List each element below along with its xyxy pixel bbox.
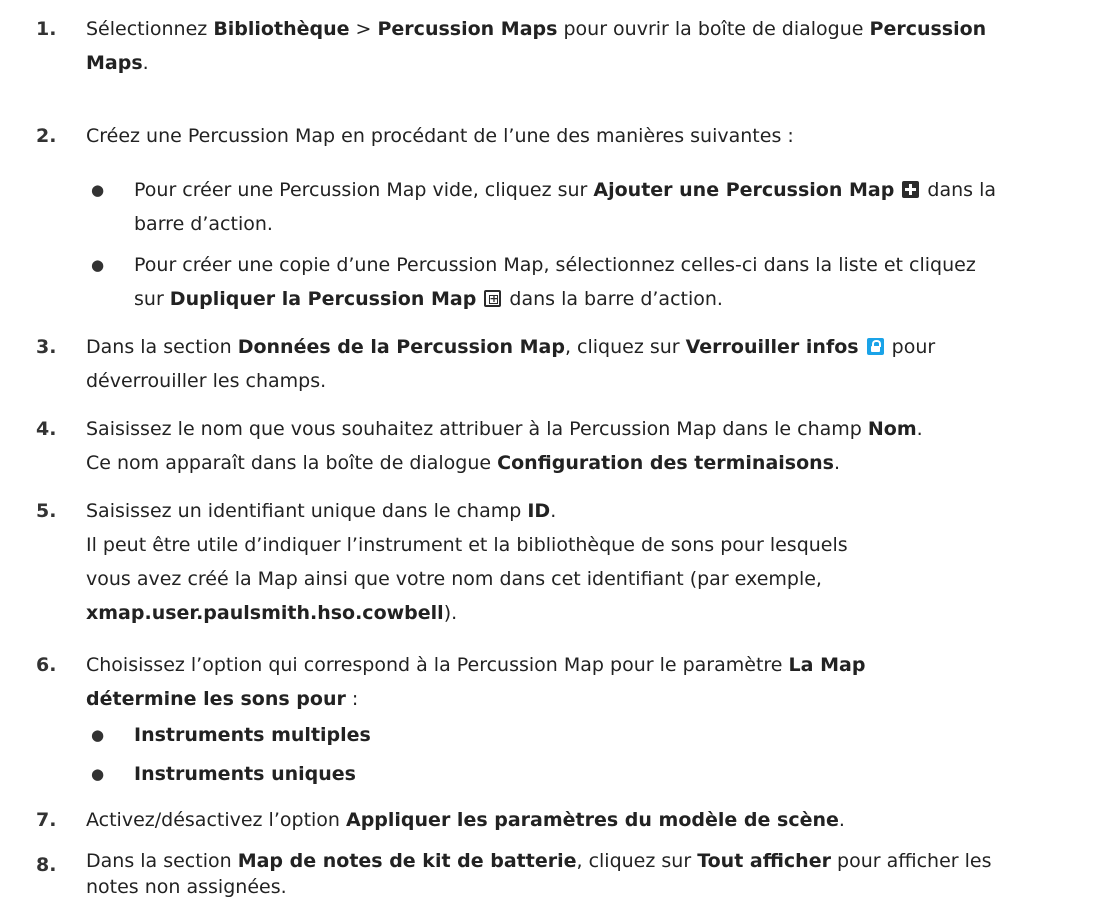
text-run: Choisissez l’option qui correspond à la … — [86, 654, 789, 676]
text-run: pour ouvrir la boîte de dialogue — [557, 18, 870, 40]
text-run: . — [838, 809, 845, 831]
text-run: pour — [885, 336, 936, 358]
text-run: : — [345, 688, 359, 710]
ui-term: ID — [527, 500, 551, 522]
text-run: . — [142, 52, 149, 74]
ui-term: Dupliquer la Percussion Map — [169, 288, 477, 310]
bullet-icon: ● — [91, 726, 105, 744]
text-run: ). — [443, 602, 458, 624]
add-icon — [902, 181, 920, 198]
ui-term: Configuration des terminaisons — [497, 452, 834, 474]
text-run: , cliquez sur — [564, 336, 686, 358]
text-run: dans la barre d’action. — [503, 288, 723, 310]
ui-term: Instruments uniques — [134, 763, 356, 785]
step-number: 8. — [36, 854, 57, 876]
list-item-text: Instruments uniques — [134, 757, 1094, 791]
step-body: Saisissez le nom que vous souhaitez attr… — [86, 412, 1091, 480]
text-run: Dans la section — [86, 850, 238, 872]
ui-term: Maps — [86, 52, 143, 74]
duplicate-icon — [484, 282, 502, 316]
text-run: . — [550, 500, 557, 522]
step-number: 4. — [36, 418, 57, 440]
step-line: Choisissez l’option qui correspond à la … — [86, 648, 1091, 682]
ui-term: Map de notes de kit de batterie — [237, 850, 577, 872]
step-number: 6. — [36, 654, 57, 676]
item-line: sur Dupliquer la Percussion Map dans la … — [134, 282, 1094, 316]
step-line: Saisissez un identifiant unique dans le … — [86, 494, 1091, 528]
step-body: Dans la section Map de notes de kit de b… — [86, 848, 1091, 900]
text-run: Dans la section — [86, 336, 238, 358]
ui-term: détermine les sons pour — [86, 688, 346, 710]
text-run: . — [916, 418, 923, 440]
step-body: Créez une Percussion Map en procédant de… — [86, 119, 1091, 153]
list-item-text: Instruments multiples — [134, 718, 1094, 752]
ui-term: La Map — [788, 654, 866, 676]
step-line: Créez une Percussion Map en procédant de… — [86, 125, 794, 147]
step-line: Maps. — [86, 46, 1091, 80]
lock-icon — [866, 338, 884, 355]
step-line: Saisissez le nom que vous souhaitez attr… — [86, 412, 1091, 446]
text-run: sur — [134, 288, 170, 310]
text-run: Activez/désactivez l’option — [86, 809, 346, 831]
text-run: . — [833, 452, 841, 474]
step-body: Dans la section Données de la Percussion… — [86, 330, 1091, 398]
step-line: détermine les sons pour : — [86, 682, 1091, 716]
item-line: barre d’action. — [134, 213, 273, 235]
bullet-icon: ● — [91, 765, 105, 783]
step-line: Sélectionnez Bibliothèque > Percussion M… — [86, 12, 1091, 46]
step-number: 2. — [36, 125, 57, 147]
text-run: Pour créer une Percussion Map vide, cliq… — [134, 179, 594, 201]
step-number: 7. — [36, 809, 57, 831]
list-item-text: Pour créer une Percussion Map vide, cliq… — [134, 173, 1094, 241]
ui-term: xmap.user.paulsmith.hso.cowbell — [86, 602, 444, 624]
text-run: , cliquez sur — [576, 850, 698, 872]
step-number: 5. — [36, 500, 57, 522]
text-run: > — [349, 18, 378, 40]
item-line: Pour créer une Percussion Map vide, cliq… — [134, 173, 1094, 207]
step-line: déverrouiller les champs. — [86, 370, 327, 392]
step-number: 1. — [36, 18, 57, 40]
step-line: Dans la section Données de la Percussion… — [86, 330, 1091, 364]
ui-term: Verrouiller infos — [685, 336, 859, 358]
bullet-icon: ● — [91, 181, 105, 199]
ui-term: Percussion Maps — [377, 18, 558, 40]
text-run: Sélectionnez — [86, 18, 214, 40]
ui-term: Données de la Percussion Map — [237, 336, 565, 358]
step-line: Il peut être utile d’indiquer l’instrume… — [86, 534, 848, 556]
text-run: Saisissez le nom que vous souhaitez attr… — [86, 418, 868, 440]
ui-term: Appliquer les paramètres du modèle de sc… — [346, 809, 839, 831]
text-run: dans la — [921, 179, 997, 201]
step-line: Activez/désactivez l’option Appliquer le… — [86, 803, 1091, 837]
list-item-text: Pour créer une copie d’une Percussion Ma… — [134, 248, 1094, 316]
instruction-document: 1. Sélectionnez Bibliothèque > Percussio… — [0, 0, 1107, 907]
step-line: notes non assignées. — [86, 876, 287, 898]
ui-term: Percussion — [869, 18, 987, 40]
ui-term: Ajouter une Percussion Map — [593, 179, 895, 201]
step-body: Activez/désactivez l’option Appliquer le… — [86, 803, 1091, 837]
step-number: 3. — [36, 336, 57, 358]
step-line: xmap.user.paulsmith.hso.cowbell). — [86, 596, 1091, 630]
text-run: Ce nom apparaît dans la boîte de dialogu… — [86, 452, 498, 474]
text-run: pour afficher les — [830, 850, 992, 872]
bullet-icon: ● — [91, 256, 105, 274]
item-line: Pour créer une copie d’une Percussion Ma… — [134, 254, 976, 276]
text-run: Saisissez un identifiant unique dans le … — [86, 500, 528, 522]
ui-term: Instruments multiples — [134, 724, 371, 746]
step-line: vous avez créé la Map ainsi que votre no… — [86, 568, 822, 590]
step-body: Choisissez l’option qui correspond à la … — [86, 648, 1091, 716]
ui-term: Tout afficher — [697, 850, 831, 872]
step-line: Ce nom apparaît dans la boîte de dialogu… — [86, 446, 1091, 480]
step-line: Dans la section Map de notes de kit de b… — [86, 848, 1091, 874]
step-body: Saisissez un identifiant unique dans le … — [86, 494, 1091, 630]
ui-term: Nom — [867, 418, 917, 440]
step-body: Sélectionnez Bibliothèque > Percussion M… — [86, 12, 1091, 80]
ui-term: Bibliothèque — [213, 18, 350, 40]
